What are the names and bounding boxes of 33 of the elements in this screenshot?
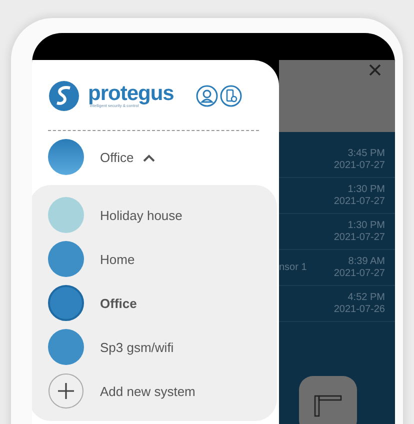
add-system-label: Add new system	[100, 384, 196, 398]
plus-icon	[48, 373, 84, 409]
event-time: 8:39 AM	[348, 256, 385, 268]
add-system-item[interactable]: Add new system	[48, 369, 277, 413]
logo-icon	[48, 80, 80, 112]
event-date: 2021-07-27	[334, 196, 385, 208]
system-name: Office	[100, 296, 137, 310]
barrier-button[interactable]	[299, 376, 357, 424]
user-icon[interactable]	[196, 85, 218, 107]
event-date: 2021-07-26	[334, 304, 385, 316]
device-settings-icon[interactable]	[220, 85, 242, 107]
barrier-icon	[313, 393, 343, 417]
system-item[interactable]: Holiday house	[48, 193, 277, 237]
current-system-label: Office	[100, 150, 134, 164]
system-avatar	[48, 139, 84, 175]
system-name: Sp3 gsm/wifi	[100, 340, 174, 354]
logo-wordmark: protegus	[88, 83, 174, 104]
event-time: 3:45 PM	[348, 148, 385, 160]
event-date: 2021-07-27	[334, 160, 385, 172]
event-time: 4:52 PM	[348, 292, 385, 304]
close-icon[interactable]	[369, 64, 381, 76]
event-label: nsor 1	[279, 262, 307, 273]
system-name: Holiday house	[100, 208, 182, 222]
event-date: 2021-07-27	[334, 232, 385, 244]
system-item[interactable]: Home	[48, 237, 277, 281]
current-system[interactable]: Office	[32, 131, 279, 185]
event-time: 1:30 PM	[348, 220, 385, 232]
system-item[interactable]: Office	[48, 281, 277, 325]
system-name: Home	[100, 252, 135, 266]
event-date: 2021-07-27	[334, 268, 385, 280]
event-time: 1:30 PM	[348, 184, 385, 196]
system-item[interactable]: Sp3 gsm/wifi	[48, 325, 277, 369]
chevron-icon[interactable]	[142, 152, 156, 162]
